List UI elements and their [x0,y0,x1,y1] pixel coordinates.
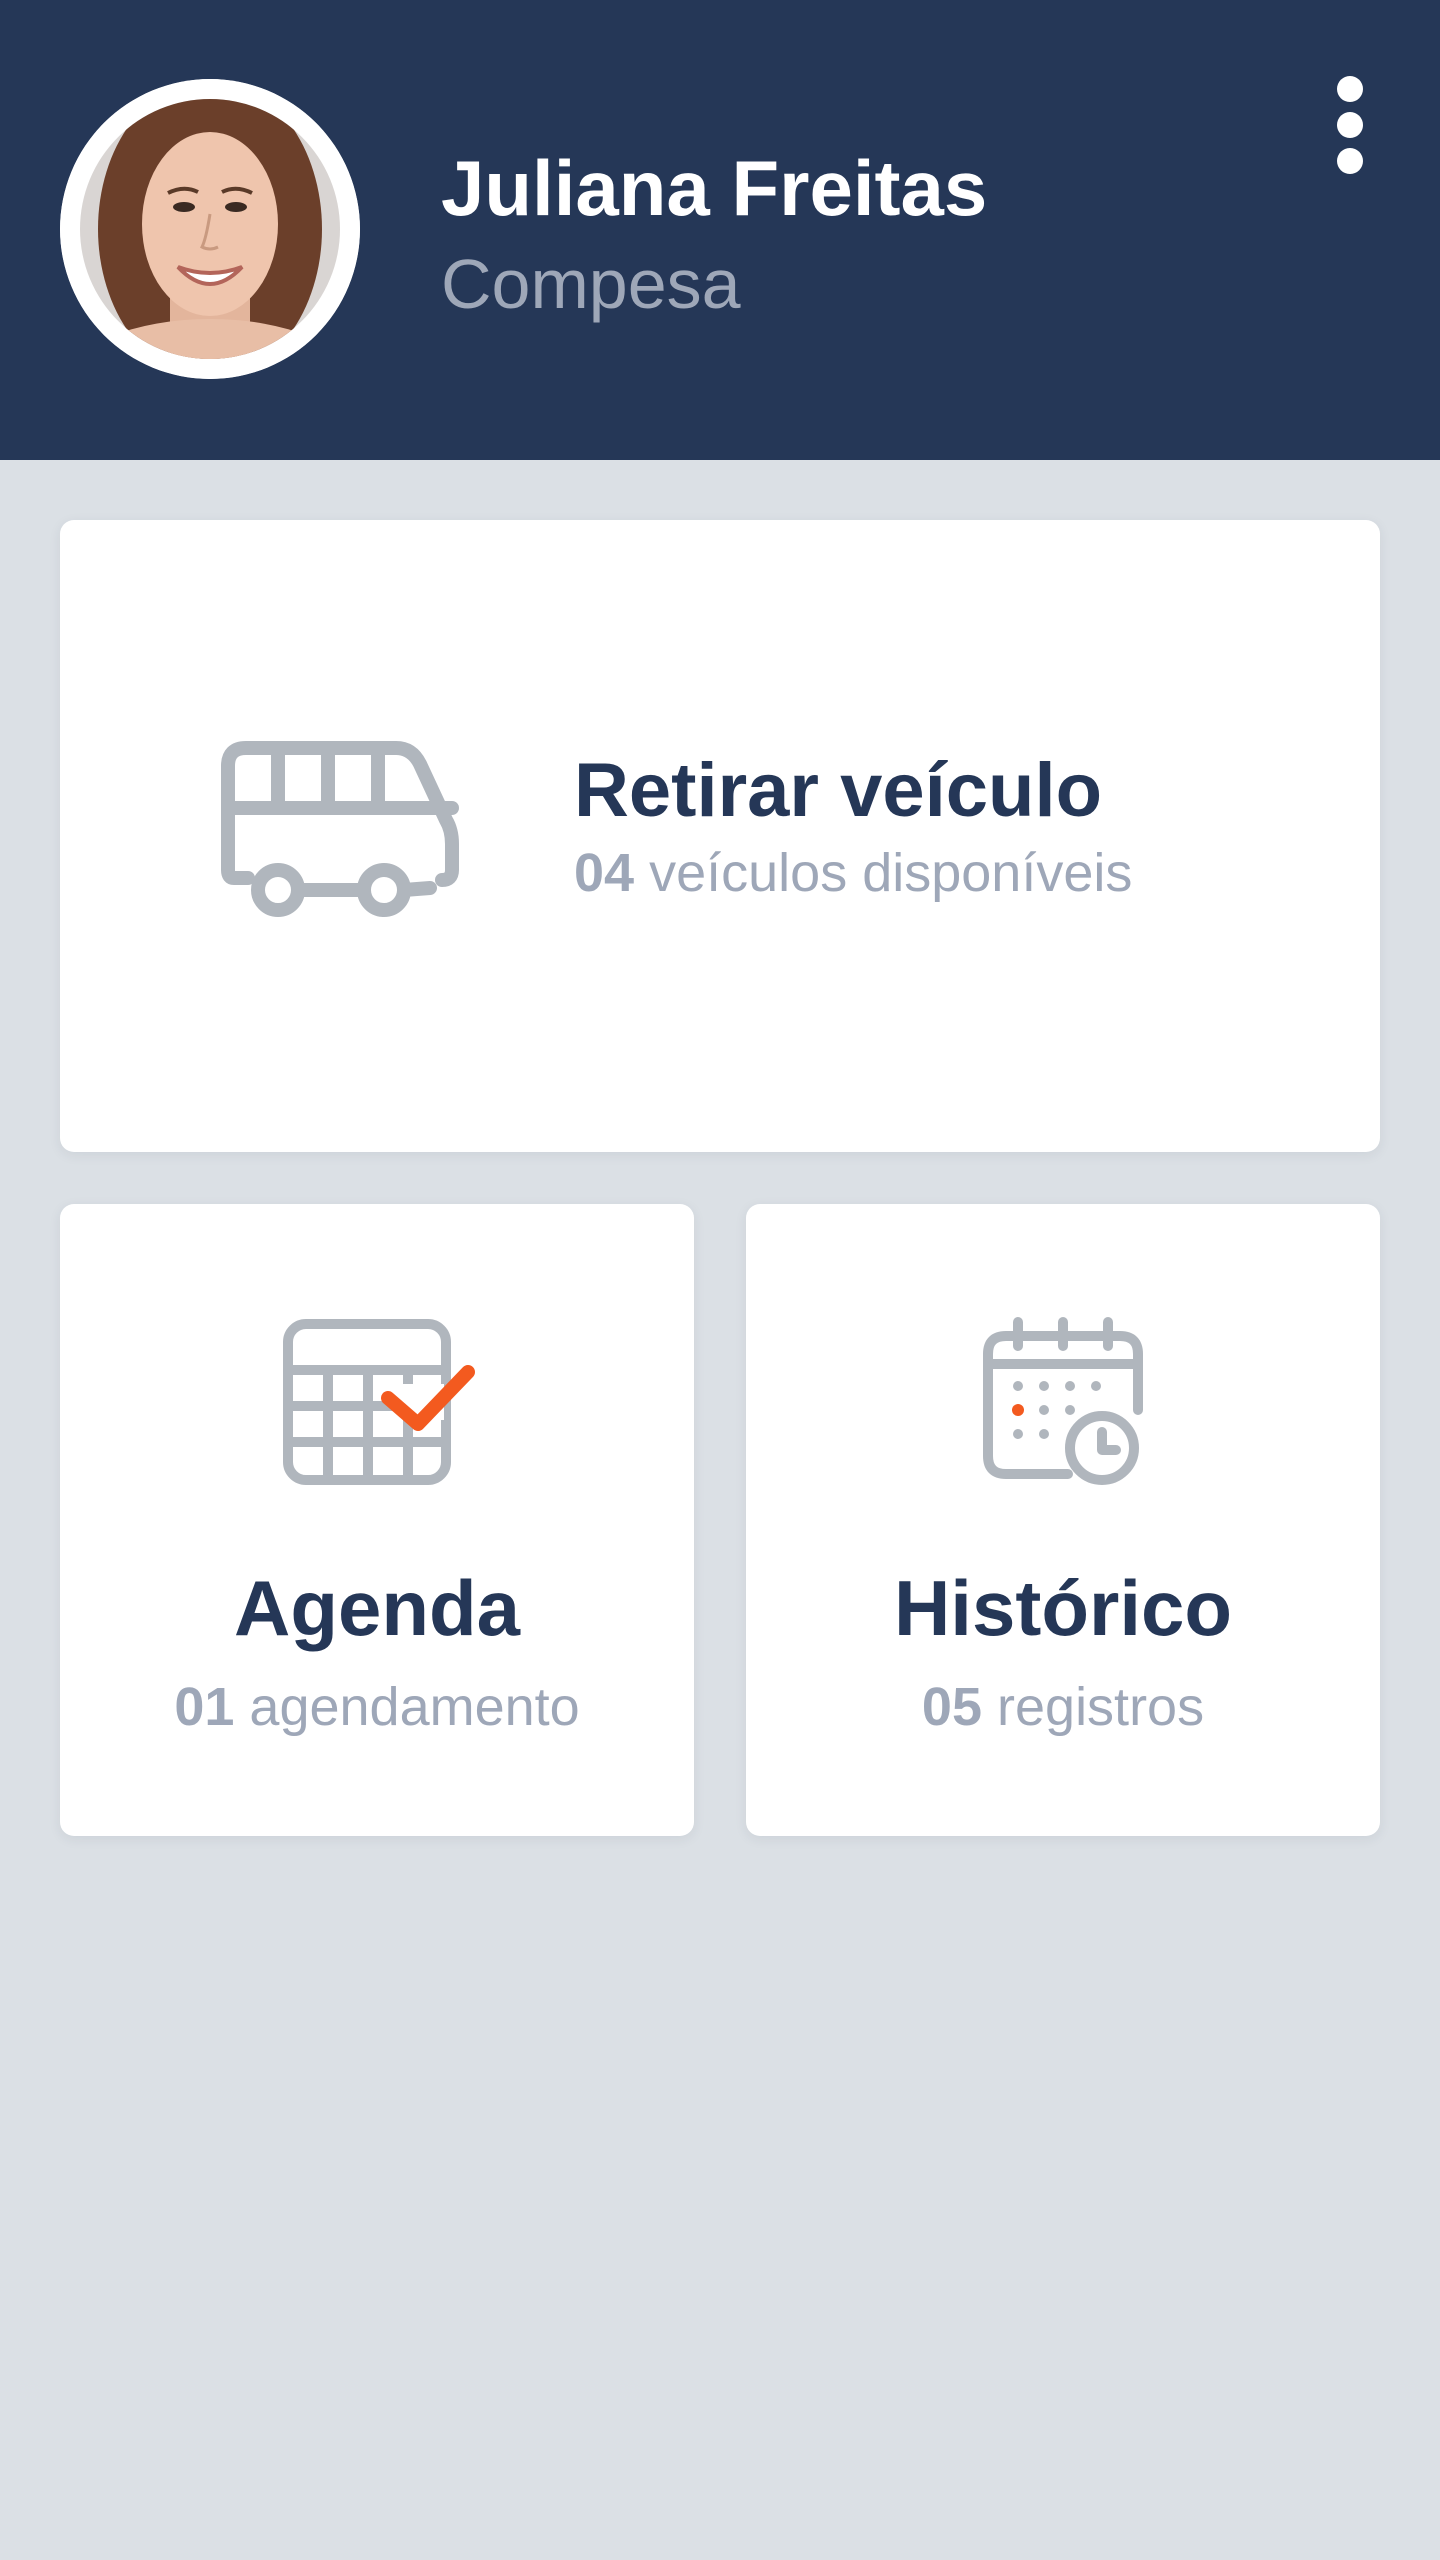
vehicle-count: 04 [574,843,635,903]
history-card-subtitle: 05 registros [746,1672,1380,1742]
more-vertical-icon-dot [1337,148,1363,174]
history-count-label: registros [997,1677,1205,1737]
vehicle-card-subtitle: 04 veículos disponíveis [574,838,1132,908]
history-count: 05 [921,1677,982,1737]
agenda-count: 01 [174,1677,235,1737]
agenda-card-subtitle: 01 agendamento [60,1672,694,1742]
history-card[interactable]: Histórico 05 registros [746,1204,1380,1836]
agenda-card[interactable]: Agenda 01 agendamento [60,1204,694,1836]
organization-name: Compesa [441,245,741,323]
more-vertical-icon-dot [1337,112,1363,138]
vehicle-card-title: Retirar veículo [574,748,1102,833]
bus-icon [221,741,459,917]
user-photo [60,79,360,379]
calendar-clock-icon [983,1317,1143,1485]
vehicle-pickup-card[interactable]: Retirar veículo 04 veículos disponíveis [60,520,1380,1152]
history-card-title: Histórico [893,1564,1233,1652]
vehicle-count-label: veículos disponíveis [649,843,1133,903]
more-vertical-icon [1337,76,1363,102]
more-options-button[interactable] [1310,70,1390,180]
agenda-card-title: Agenda [233,1564,521,1652]
profile-header: Juliana Freitas Compesa [0,0,1440,460]
calendar-check-icon [283,1319,475,1485]
user-name: Juliana Freitas [441,144,988,232]
avatar[interactable] [60,79,360,379]
agenda-count-label: agendamento [249,1677,580,1737]
